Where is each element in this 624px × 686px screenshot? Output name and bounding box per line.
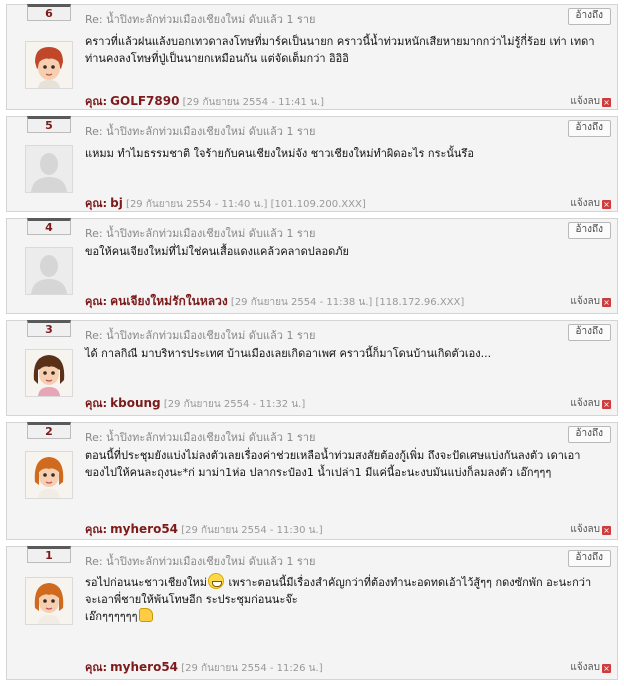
author-link[interactable]: myhero54 xyxy=(110,522,178,536)
avatar xyxy=(25,577,73,625)
report-link[interactable]: แจ้งลบ × xyxy=(570,294,611,309)
comment-1: 1 Re: น้ำปิงทะลักท่วมเมืองเชียงใหม่ ดับแ… xyxy=(6,546,618,680)
comment-date: [29 กันยายน 2554 - 11:38 น.] xyxy=(230,297,373,308)
close-icon: × xyxy=(602,298,611,307)
close-icon: × xyxy=(602,98,611,107)
avatar xyxy=(25,41,73,89)
author-link[interactable]: คนเจียงใหม่รักในหลวง xyxy=(110,294,228,308)
close-icon: × xyxy=(602,664,611,673)
comment-body: แหมม ทำไมธรรมชาติ ใจร้ายกับคนเชียงใหม่จั… xyxy=(85,147,474,160)
author-label: คุณ: xyxy=(85,523,107,536)
comment-number: 1 xyxy=(27,546,71,563)
comment-date: [29 กันยายน 2554 - 11:41 น.] xyxy=(182,97,325,108)
comment-meta: คุณ: คนเจียงใหม่รักในหลวง [29 กันยายน 25… xyxy=(85,292,464,311)
comment-meta: คุณ: bj [29 กันยายน 2554 - 11:40 น.] [10… xyxy=(85,194,366,212)
grin-emoji-icon xyxy=(207,573,224,589)
close-icon: × xyxy=(602,400,611,409)
comment-ip: [118.172.96.XXX] xyxy=(375,297,465,308)
author-label: คุณ: xyxy=(85,397,107,410)
report-link[interactable]: แจ้งลบ × xyxy=(570,522,611,537)
author-link[interactable]: GOLF7890 xyxy=(110,94,179,108)
comment-2: 2 Re: น้ำปิงทะลักท่วมเมืองเชียงใหม่ ดับแ… xyxy=(6,422,618,540)
comment-thread: 6 Re: น้ำปิงทะลักท่วมเมืองเชียงใหม่ ดับแ… xyxy=(0,0,624,686)
quote-button[interactable]: อ้างถึง xyxy=(567,8,611,25)
report-link[interactable]: แจ้งลบ × xyxy=(570,94,611,109)
redhead-boy-avatar-icon xyxy=(26,42,72,88)
comment-date: [29 กันยายน 2554 - 11:40 น.] xyxy=(126,199,268,210)
quote-button[interactable]: อ้างถึง xyxy=(567,222,611,239)
report-label: แจ้งลบ xyxy=(570,198,600,209)
quote-button[interactable]: อ้างถึง xyxy=(567,550,611,567)
report-link[interactable]: แจ้งลบ × xyxy=(570,660,611,675)
report-link[interactable]: แจ้งลบ × xyxy=(570,196,611,211)
comment-5: 5 Re: น้ำปิงทะลักท่วมเมืองเชียงใหม่ ดับแ… xyxy=(6,116,618,212)
comment-meta: คุณ: myhero54 [29 กันยายน 2554 - 11:30 น… xyxy=(85,520,323,538)
comment-body: ได้ กาลกิณี มาบริหารประเทศ บ้านเมืองเลยเ… xyxy=(85,347,492,360)
default-user-avatar-icon xyxy=(26,146,72,192)
avatar xyxy=(25,247,73,295)
author-link[interactable]: kboung xyxy=(110,396,161,410)
ginger-girl-avatar-icon xyxy=(26,578,72,624)
comment-number: 3 xyxy=(27,320,71,337)
comment-topic: Re: น้ำปิงทะลักท่วมเมืองเชียงใหม่ ดับแล้… xyxy=(85,13,316,26)
author-label: คุณ: xyxy=(85,661,107,674)
close-icon: × xyxy=(602,526,611,535)
quote-button[interactable]: อ้างถึง xyxy=(567,324,611,341)
comment-ip: [101.109.200.XXX] xyxy=(270,199,366,210)
comment-body-part: เอ๊กๆๆๆๆๆๆ xyxy=(85,610,138,623)
report-label: แจ้งลบ xyxy=(570,524,600,535)
comment-body: ขอให้คนเจียงใหม่ที่ไม่ใช่คนเสื้อแดงแคล้ว… xyxy=(85,245,349,258)
comment-topic: Re: น้ำปิงทะลักท่วมเมืองเชียงใหม่ ดับแล้… xyxy=(85,431,316,444)
comment-number: 2 xyxy=(27,422,71,439)
comment-body: รอไปก่อนนะชาวเชียงใหม่ เพราะตอนนี้มีเรื่… xyxy=(85,573,599,625)
comment-body: ตอนนี้ที่ประชุมยังแบ่งไม่ลงตัวเลยเรื่องค… xyxy=(85,449,581,479)
quote-button[interactable]: อ้างถึง xyxy=(567,426,611,443)
comment-4: 4 Re: น้ำปิงทะลักท่วมเมืองเชียงใหม่ ดับแ… xyxy=(6,218,618,314)
brunette-girl-avatar-icon xyxy=(26,350,72,396)
comment-topic: Re: น้ำปิงทะลักท่วมเมืองเชียงใหม่ ดับแล้… xyxy=(85,329,316,342)
comment-topic: Re: น้ำปิงทะลักท่วมเมืองเชียงใหม่ ดับแล้… xyxy=(85,227,316,240)
ginger-girl-avatar-icon xyxy=(26,452,72,498)
comment-number: 5 xyxy=(27,116,71,133)
avatar xyxy=(25,451,73,499)
close-icon: × xyxy=(602,200,611,209)
author-link[interactable]: bj xyxy=(110,196,123,210)
comment-meta: คุณ: myhero54 [29 กันยายน 2554 - 11:26 น… xyxy=(85,658,323,676)
comment-number: 6 xyxy=(27,4,71,21)
report-label: แจ้งลบ xyxy=(570,398,600,409)
author-label: คุณ: xyxy=(85,295,107,308)
comment-body: คราวที่แล้วฝนแล้งบอกเทวดาลงโทษที่มาร์คเป… xyxy=(85,35,595,65)
comment-topic: Re: น้ำปิงทะลักท่วมเมืองเชียงใหม่ ดับแล้… xyxy=(85,125,316,138)
report-label: แจ้งลบ xyxy=(570,296,600,307)
avatar xyxy=(25,145,73,193)
thumbs-up-emoji-icon xyxy=(139,608,154,622)
comment-number: 4 xyxy=(27,218,71,235)
default-user-avatar-icon xyxy=(26,248,72,294)
author-label: คุณ: xyxy=(85,95,107,108)
comment-topic: Re: น้ำปิงทะลักท่วมเมืองเชียงใหม่ ดับแล้… xyxy=(85,555,316,568)
avatar xyxy=(25,349,73,397)
report-label: แจ้งลบ xyxy=(570,662,600,673)
comment-date: [29 กันยายน 2554 - 11:30 น.] xyxy=(181,525,323,536)
comment-3: 3 Re: น้ำปิงทะลักท่วมเมืองเชียงใหม่ ดับแ… xyxy=(6,320,618,416)
author-link[interactable]: myhero54 xyxy=(110,660,178,674)
comment-meta: คุณ: kboung [29 กันยายน 2554 - 11:32 น.] xyxy=(85,394,305,412)
comment-meta: คุณ: GOLF7890 [29 กันยายน 2554 - 11:41 น… xyxy=(85,92,324,110)
comment-date: [29 กันยายน 2554 - 11:32 น.] xyxy=(163,399,306,410)
quote-button[interactable]: อ้างถึง xyxy=(567,120,611,137)
comment-date: [29 กันยายน 2554 - 11:26 น.] xyxy=(181,663,323,674)
author-label: คุณ: xyxy=(85,197,107,210)
comment-body-part: รอไปก่อนนะชาวเชียงใหม่ xyxy=(85,576,207,589)
report-link[interactable]: แจ้งลบ × xyxy=(570,396,611,411)
report-label: แจ้งลบ xyxy=(570,96,600,107)
comment-6: 6 Re: น้ำปิงทะลักท่วมเมืองเชียงใหม่ ดับแ… xyxy=(6,4,618,110)
